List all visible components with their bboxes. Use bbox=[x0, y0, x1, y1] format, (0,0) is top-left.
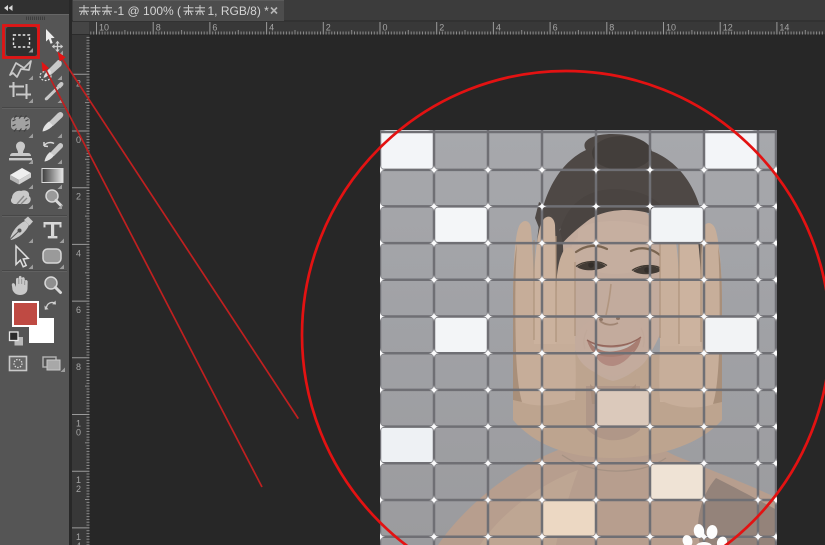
svg-text:8: 8 bbox=[76, 362, 81, 372]
svg-text:4: 4 bbox=[76, 541, 81, 545]
svg-text:2: 2 bbox=[326, 23, 331, 33]
svg-text:4: 4 bbox=[269, 23, 274, 33]
svg-text:10: 10 bbox=[666, 23, 676, 33]
svg-text:0: 0 bbox=[76, 428, 81, 438]
svg-text:6: 6 bbox=[212, 23, 217, 33]
svg-text:2: 2 bbox=[439, 23, 444, 33]
svg-text:2: 2 bbox=[76, 192, 81, 202]
svg-text:14: 14 bbox=[779, 23, 789, 33]
svg-text:0: 0 bbox=[383, 23, 388, 33]
svg-text:4: 4 bbox=[496, 23, 501, 33]
svg-text:10: 10 bbox=[99, 23, 109, 33]
svg-text:6: 6 bbox=[553, 23, 558, 33]
svg-text:8: 8 bbox=[156, 23, 161, 33]
svg-text:12: 12 bbox=[723, 23, 733, 33]
svg-text:2: 2 bbox=[76, 484, 81, 494]
svg-text:1, RGB/8) *: 1, RGB/8) * bbox=[208, 4, 270, 18]
svg-text:8: 8 bbox=[609, 23, 614, 33]
svg-text:4: 4 bbox=[76, 248, 81, 258]
svg-text:6: 6 bbox=[76, 305, 81, 315]
svg-text:-1 @ 100% (: -1 @ 100% ( bbox=[114, 4, 182, 18]
